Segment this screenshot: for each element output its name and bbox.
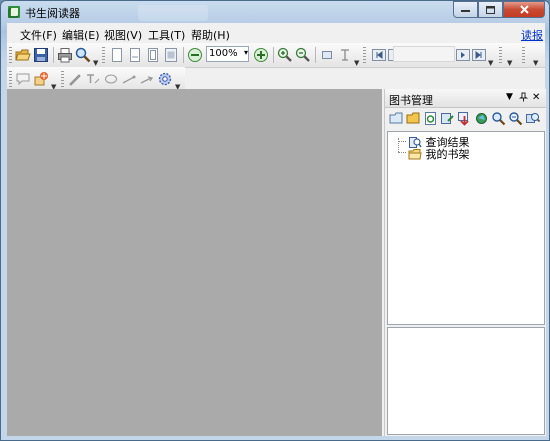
- arrow-tool-icon[interactable]: [139, 71, 155, 87]
- find-icon[interactable]: [75, 47, 91, 63]
- fit-page-icon[interactable]: [145, 47, 161, 63]
- separator: [183, 47, 184, 63]
- app-logo-icon: [7, 5, 21, 19]
- chevron-down-icon[interactable]: ▼: [488, 59, 493, 67]
- toolbar-grip[interactable]: [499, 47, 502, 63]
- continuous-page-icon[interactable]: [127, 47, 143, 63]
- tree-item-my-bookshelf[interactable]: 我的书架: [408, 146, 470, 162]
- comment-icon[interactable]: [15, 71, 31, 87]
- library-tree[interactable]: 查询结果 我的书架: [387, 131, 545, 325]
- print-icon[interactable]: [57, 47, 73, 63]
- save-icon[interactable]: [33, 47, 49, 63]
- close-button[interactable]: [503, 1, 545, 18]
- zoom-out-circle-icon[interactable]: [187, 47, 203, 63]
- panel-toolbar: [385, 108, 546, 130]
- details-pane[interactable]: [387, 327, 545, 435]
- toolbar-grip[interactable]: [522, 47, 525, 63]
- library-panel: 图书管理 ▼ ✕ 查询结果 我的书架: [384, 89, 546, 436]
- zoom-out-magnifier-icon[interactable]: [295, 47, 311, 63]
- search-icon[interactable]: [491, 111, 506, 126]
- chevron-down-icon[interactable]: ▼: [93, 59, 98, 67]
- toolbar-grip[interactable]: [9, 71, 12, 87]
- new-document-icon[interactable]: [389, 111, 404, 126]
- folder-icon: [408, 148, 422, 160]
- menu-file[interactable]: 文件(F): [20, 27, 57, 43]
- last-page-icon[interactable]: [471, 47, 487, 63]
- pencil-icon[interactable]: [67, 71, 83, 87]
- stamp-icon[interactable]: [33, 71, 49, 87]
- zoom-in-magnifier-icon[interactable]: [277, 47, 293, 63]
- title-bar[interactable]: 书生阅读器: [1, 1, 549, 23]
- menu-bar: 文件(F) 编辑(E) 视图(V) 工具(T) 帮助(H) 读报: [7, 23, 545, 43]
- toolbar-grip[interactable]: [61, 71, 64, 87]
- menu-help[interactable]: 帮助(H): [191, 27, 230, 43]
- document-view[interactable]: [7, 89, 382, 436]
- first-page-icon[interactable]: [371, 47, 387, 63]
- open-folder-icon[interactable]: [406, 111, 421, 126]
- pin-icon[interactable]: [519, 92, 528, 102]
- network-search-icon[interactable]: [525, 111, 540, 126]
- chevron-down-icon[interactable]: ▼: [354, 59, 359, 67]
- globe-icon[interactable]: [474, 111, 489, 126]
- separator: [53, 47, 54, 63]
- advanced-search-icon[interactable]: [508, 111, 523, 126]
- zoom-in-circle-icon[interactable]: [253, 47, 269, 63]
- app-window: 书生阅读器 文件(F) 编辑(E) 视图(V) 工具(T) 帮助(H) 读报 ▼…: [0, 0, 550, 441]
- fit-width-icon[interactable]: [163, 47, 179, 63]
- settings-gear-icon[interactable]: [157, 71, 173, 87]
- client-area: 文件(F) 编辑(E) 视图(V) 工具(T) 帮助(H) 读报 ▼ 100% …: [7, 23, 546, 436]
- panel-close-icon[interactable]: ✕: [532, 92, 540, 103]
- window-controls: [453, 1, 545, 18]
- next-page-icon[interactable]: [455, 47, 471, 63]
- select-area-icon[interactable]: [319, 47, 335, 63]
- download-icon[interactable]: [457, 111, 472, 126]
- menu-view[interactable]: 视图(V): [104, 27, 142, 43]
- menu-tools[interactable]: 工具(T): [148, 27, 185, 43]
- panel-header: 图书管理 ▼ ✕: [385, 89, 546, 108]
- panel-menu-chevron-icon[interactable]: ▼: [506, 92, 513, 102]
- panel-title: 图书管理: [389, 94, 433, 107]
- text-tool-icon[interactable]: [85, 71, 101, 87]
- menu-edit[interactable]: 编辑(E): [62, 27, 100, 43]
- tree-item-label: 我的书架: [425, 148, 470, 161]
- main-toolbar: ▼ 100% ▾ ▼ ▼ ▼ ▼: [7, 43, 545, 68]
- chevron-down-icon[interactable]: ▾: [244, 48, 248, 57]
- tree-connector: [398, 152, 406, 153]
- read-news-link[interactable]: 读报: [521, 27, 543, 43]
- background-taskbar-ghost: [138, 5, 208, 21]
- window-title: 书生阅读器: [25, 7, 80, 20]
- chevron-down-icon[interactable]: ▼: [533, 59, 538, 67]
- import-icon[interactable]: [440, 111, 455, 126]
- refresh-icon[interactable]: [423, 111, 438, 126]
- text-cursor-icon[interactable]: [337, 47, 353, 63]
- chevron-down-icon[interactable]: ▼: [507, 59, 512, 67]
- toolbar-grip[interactable]: [102, 47, 105, 63]
- toolbar-grip[interactable]: [363, 47, 366, 63]
- separator: [315, 47, 316, 63]
- line-tool-icon[interactable]: [121, 71, 137, 87]
- minimize-button[interactable]: [453, 1, 478, 18]
- toolbar-grip[interactable]: [9, 47, 12, 63]
- tree-connector: [398, 141, 406, 142]
- zoom-value: 100%: [209, 48, 238, 59]
- maximize-button[interactable]: [478, 1, 503, 18]
- separator: [273, 47, 274, 63]
- ellipse-icon[interactable]: [103, 71, 119, 87]
- open-folder-icon[interactable]: [15, 47, 31, 63]
- zoom-combobox[interactable]: 100%: [206, 46, 249, 62]
- page-number-field[interactable]: [393, 46, 455, 62]
- single-page-icon[interactable]: [109, 47, 125, 63]
